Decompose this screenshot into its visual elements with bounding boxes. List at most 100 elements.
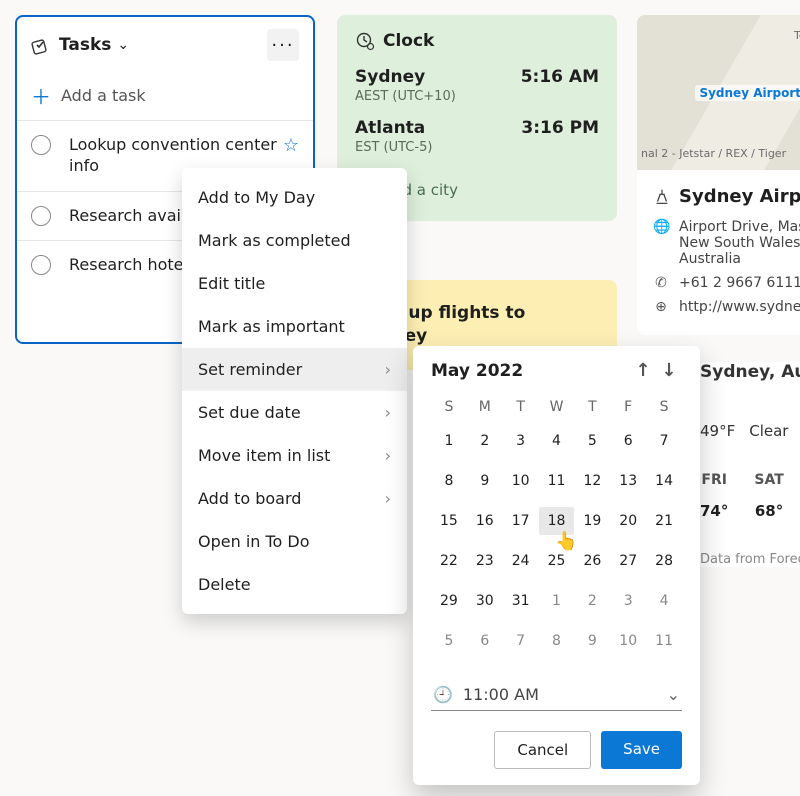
context-menu-item[interactable]: Set reminder› bbox=[182, 348, 407, 391]
calendar-day-cell[interactable]: 13 bbox=[610, 467, 646, 495]
plus-icon: ＋ bbox=[31, 81, 61, 110]
context-menu-item[interactable]: Mark as important bbox=[182, 305, 407, 348]
calendar-day-cell[interactable]: 9 bbox=[574, 627, 610, 655]
calendar-day-cell[interactable]: 10 bbox=[610, 627, 646, 655]
clock-header: Clock bbox=[355, 31, 599, 51]
calendar-day-cell[interactable]: 22 bbox=[431, 547, 467, 575]
calendar-dow-cell: T bbox=[503, 399, 539, 415]
clock-city-tz: AEST (UTC+10) bbox=[355, 89, 599, 104]
complete-circle[interactable] bbox=[31, 135, 51, 155]
calendar-day-cell[interactable]: 1 bbox=[539, 587, 575, 615]
context-menu-item[interactable]: Open in To Do bbox=[182, 520, 407, 563]
context-menu-item[interactable]: Edit title bbox=[182, 262, 407, 305]
calendar-day-cell[interactable]: 9 bbox=[467, 467, 503, 495]
calendar-day-cell[interactable]: 12 bbox=[574, 467, 610, 495]
calendar-day-cell[interactable]: 6 bbox=[610, 427, 646, 455]
context-menu-item[interactable]: Delete bbox=[182, 563, 407, 606]
calendar-day-cell[interactable]: 8 bbox=[431, 467, 467, 495]
calendar-day-cell[interactable]: 7 bbox=[646, 427, 682, 455]
phone-icon: ✆ bbox=[653, 275, 669, 291]
calendar-day-cell[interactable]: 26 bbox=[574, 547, 610, 575]
calendar-day-cell[interactable]: 11 bbox=[646, 627, 682, 655]
clock-city-row[interactable]: Sydney 5:16 AM bbox=[355, 67, 599, 87]
calendar-day-cell[interactable]: 1 bbox=[431, 427, 467, 455]
save-button[interactable]: Save bbox=[601, 731, 682, 769]
reminder-time-field[interactable]: 🕘 11:00 AM ⌄ bbox=[431, 679, 682, 711]
chevron-right-icon: › bbox=[385, 446, 391, 465]
calendar-day-cell[interactable]: 30 bbox=[467, 587, 503, 615]
calendar-day-cell[interactable]: 5 bbox=[574, 427, 610, 455]
context-menu-item[interactable]: Set due date› bbox=[182, 391, 407, 434]
calendar-day-cell[interactable]: 4 bbox=[646, 587, 682, 615]
calendar-day-cell[interactable]: 19 bbox=[574, 507, 610, 535]
context-menu-label: Move item in list bbox=[198, 446, 330, 465]
map-annotation: nal 2 - Jetstar / REX / Tiger bbox=[641, 147, 786, 160]
context-menu-label: Delete bbox=[198, 575, 251, 594]
calendar-day-cell[interactable]: 27 bbox=[610, 547, 646, 575]
star-icon[interactable]: ☆ bbox=[283, 135, 299, 156]
map-thumbnail[interactable]: Terminal 1 Qantas Sydney Airport nal 2 -… bbox=[637, 15, 800, 170]
overflow-button[interactable]: ··· bbox=[267, 29, 299, 61]
map-phone[interactable]: +61 2 9667 6111 bbox=[679, 275, 800, 291]
clock-city-tz: EST (UTC-5) bbox=[355, 140, 599, 155]
calendar-month-label[interactable]: May 2022 bbox=[431, 361, 523, 381]
calendar-day-cell[interactable]: 21 bbox=[646, 507, 682, 535]
calendar-day-cell[interactable]: 4 bbox=[539, 427, 575, 455]
calendar-day-cell[interactable]: 5 bbox=[431, 627, 467, 655]
calendar-day-cell[interactable]: 3 bbox=[503, 427, 539, 455]
chevron-down-icon[interactable]: ⌄ bbox=[667, 685, 680, 704]
context-menu-item[interactable]: Add to My Day bbox=[182, 176, 407, 219]
calendar-prev-button[interactable]: ↑ bbox=[630, 360, 656, 381]
context-menu-item[interactable]: Move item in list › bbox=[182, 434, 407, 477]
clock-title: Clock bbox=[383, 31, 434, 51]
calendar-dow-cell: F bbox=[610, 399, 646, 415]
clock-city-row[interactable]: Atlanta 3:16 PM bbox=[355, 118, 599, 138]
complete-circle[interactable] bbox=[31, 206, 51, 226]
calendar-day-cell[interactable]: 25 bbox=[539, 547, 575, 575]
calendar-day-cell[interactable]: 29 bbox=[431, 587, 467, 615]
calendar-day-cell[interactable]: 8 bbox=[539, 627, 575, 655]
forecast-day: FRI 74° bbox=[700, 472, 728, 520]
calendar-dow-row: SMTWTFS bbox=[431, 399, 682, 415]
calendar-day-cell[interactable]: 24 bbox=[503, 547, 539, 575]
weather-widget: Sydney, Australia 49°F Clear FRI 74° SAT… bbox=[700, 362, 800, 567]
context-menu-item[interactable]: Add to board › bbox=[182, 477, 407, 520]
calendar-day-cell[interactable]: 31 bbox=[503, 587, 539, 615]
calendar-day-cell[interactable]: 11 bbox=[539, 467, 575, 495]
calendar-day-cell[interactable]: 2 bbox=[467, 427, 503, 455]
calendar-day-cell[interactable]: 10 bbox=[503, 467, 539, 495]
add-task-row[interactable]: ＋ Add a task bbox=[17, 71, 313, 120]
calendar-day-cell[interactable]: 7 bbox=[503, 627, 539, 655]
cancel-button[interactable]: Cancel bbox=[494, 731, 591, 769]
map-annotation: Terminal 1 bbox=[794, 29, 800, 42]
forecast-day-temp: 74° bbox=[700, 502, 728, 520]
chevron-down-icon[interactable]: ⌄ bbox=[117, 37, 129, 53]
calendar-day-cell[interactable]: 15 bbox=[431, 507, 467, 535]
calendar-day-cell[interactable]: 14 bbox=[646, 467, 682, 495]
clock-city-time: 3:16 PM bbox=[521, 118, 599, 138]
calendar-day-cell[interactable]: 6 bbox=[467, 627, 503, 655]
calendar-day-cell[interactable]: 16 bbox=[467, 507, 503, 535]
calendar-week-row: 567891011 bbox=[431, 627, 682, 655]
weather-now-desc: Clear bbox=[749, 422, 788, 440]
calendar-day-cell[interactable]: 23 bbox=[467, 547, 503, 575]
map-url[interactable]: http://www.sydneyairport.com.au bbox=[679, 299, 800, 315]
tasks-title[interactable]: Tasks bbox=[59, 35, 111, 55]
calendar-day-cell[interactable]: 18 bbox=[539, 507, 575, 535]
map-details: Sydney Airport 🌐 Airport Drive, Mascot, … bbox=[637, 170, 800, 335]
calendar-day-cell[interactable]: 2 bbox=[574, 587, 610, 615]
chevron-right-icon: › bbox=[385, 489, 391, 508]
calendar-day-cell[interactable]: 3 bbox=[610, 587, 646, 615]
calendar-day-cell[interactable]: 17 bbox=[503, 507, 539, 535]
globe-icon: 🌐 bbox=[653, 219, 669, 235]
tasks-header: Tasks ⌄ ··· bbox=[17, 17, 313, 71]
complete-circle[interactable] bbox=[31, 255, 51, 275]
forecast-day: SAT 68° bbox=[754, 472, 783, 520]
map-address: Airport Drive, Mascot, New South Wales, … bbox=[679, 219, 800, 267]
calendar-day-cell[interactable]: 20 bbox=[610, 507, 646, 535]
map-title: Sydney Airport bbox=[679, 186, 800, 207]
context-menu-item[interactable]: Mark as completed bbox=[182, 219, 407, 262]
calendar-next-button[interactable]: ↓ bbox=[656, 360, 682, 381]
calendar-day-cell[interactable]: 28 bbox=[646, 547, 682, 575]
context-menu-label: Add to board bbox=[198, 489, 301, 508]
